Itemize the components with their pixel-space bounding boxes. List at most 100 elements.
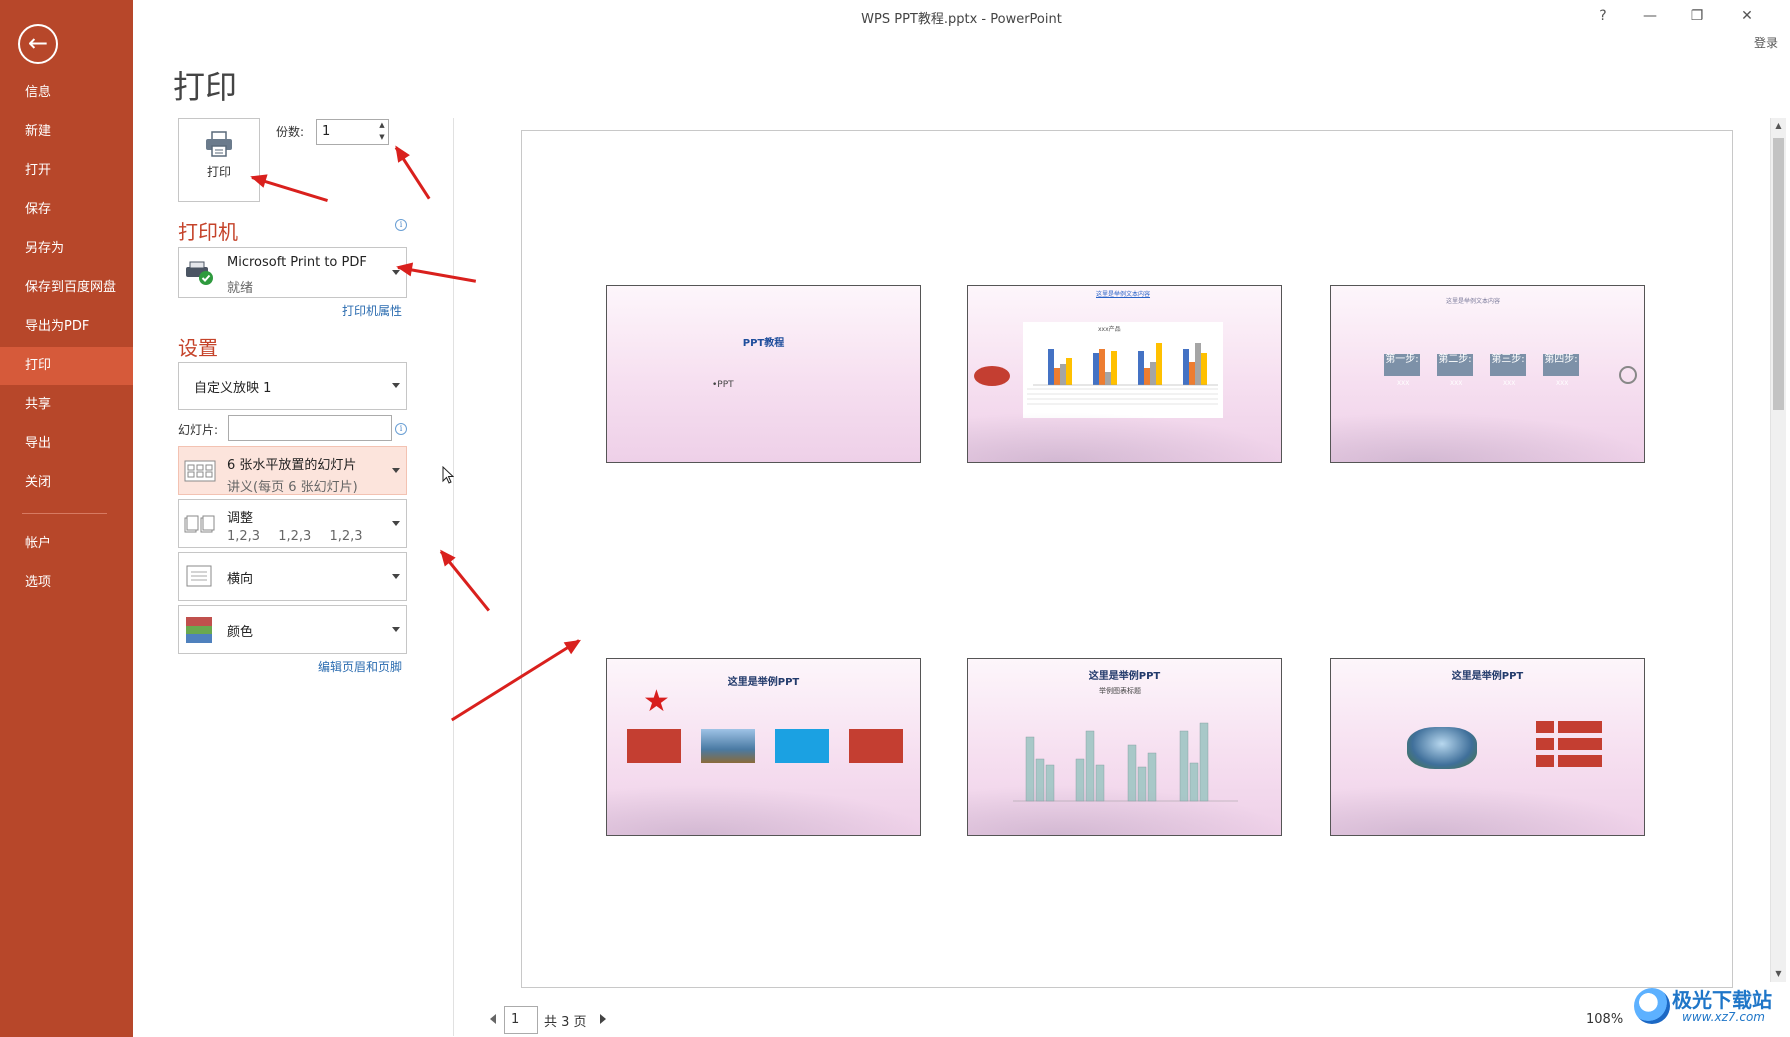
color-swatch-icon xyxy=(184,616,216,644)
layout-title: 6 张水平放置的幻灯片 xyxy=(227,458,357,473)
slide-title: PPT教程 xyxy=(742,338,785,349)
slides-label: 幻灯片: xyxy=(178,423,219,437)
prev-page-icon[interactable] xyxy=(490,1014,496,1024)
ppt-tile xyxy=(627,729,681,763)
slide-decoration xyxy=(1331,785,1644,835)
watermark-logo-icon xyxy=(1634,988,1670,1024)
printer-status: 就绪 xyxy=(227,281,254,296)
color-value: 颜色 xyxy=(227,624,254,640)
nav-item-open[interactable]: 打开 xyxy=(0,152,133,190)
orientation-value: 横向 xyxy=(227,571,254,587)
step-box: 第三步: xyxy=(1490,354,1526,376)
spin-up-icon[interactable]: ▲ xyxy=(375,119,389,131)
edit-header-footer-link[interactable]: 编辑页眉和页脚 xyxy=(318,658,402,675)
slide-logo xyxy=(974,366,1010,386)
icon-grid xyxy=(1536,721,1602,767)
star-icon: ★ xyxy=(643,684,670,719)
slide-decoration xyxy=(968,412,1281,462)
nav-item-save-as[interactable]: 另存为 xyxy=(0,230,133,268)
nav-item-account[interactable]: 帐户 xyxy=(0,525,133,563)
chevron-down-icon xyxy=(392,383,400,388)
six-slides-layout-icon xyxy=(184,457,216,485)
page-number-input[interactable]: 1 xyxy=(504,1006,538,1034)
help-button[interactable]: ? xyxy=(1588,4,1618,28)
zoom-level[interactable]: 108% xyxy=(1586,1012,1623,1027)
scroll-up-icon[interactable]: ▲ xyxy=(1771,118,1786,134)
spin-down-icon[interactable]: ▼ xyxy=(375,131,389,143)
slide-thumbnail-5: 这里是举例PPT 举例图表标题 xyxy=(967,658,1282,836)
printer-properties-link[interactable]: 打印机属性 xyxy=(342,302,402,319)
nav-item-info[interactable]: 信息 xyxy=(0,74,133,112)
nav-item-export-pdf[interactable]: 导出为PDF xyxy=(0,308,133,346)
watermark: 极光下载站 www.xz7.com xyxy=(1630,980,1788,1034)
nav-item-share[interactable]: 共享 xyxy=(0,386,133,424)
nav-item-save[interactable]: 保存 xyxy=(0,191,133,229)
chevron-down-icon xyxy=(392,626,400,632)
slides-input[interactable] xyxy=(228,415,392,441)
nav-item-export[interactable]: 导出 xyxy=(0,425,133,463)
login-link[interactable]: 登录 xyxy=(1754,34,1778,51)
slide-title: 这里是举例文本内容 xyxy=(1096,291,1151,298)
printer-name: Microsoft Print to PDF xyxy=(227,255,367,270)
annotation-arrow xyxy=(394,146,431,200)
slide-range-value: 自定义放映 1 xyxy=(194,381,272,396)
nav-item-close[interactable]: 关闭 xyxy=(0,464,133,502)
settings-section-title: 设置 xyxy=(178,336,218,360)
color-dropdown[interactable]: 颜色 xyxy=(178,605,407,654)
slide-thumbnail-2: 这里是举例文本内容 xxx产品 xyxy=(967,285,1282,463)
chevron-down-icon xyxy=(392,573,400,579)
back-arrow-icon[interactable]: ← xyxy=(18,24,58,64)
minimize-button[interactable]: — xyxy=(1635,4,1665,28)
print-button[interactable]: 打印 xyxy=(178,118,260,202)
slide-title: 这里是举例文本内容 xyxy=(1446,298,1501,305)
page-title: 打印 xyxy=(173,68,238,106)
slides-info-icon[interactable]: i xyxy=(395,423,407,435)
powerpoint-print-backstage: ← 信息 新建 打开 保存 另存为 保存到百度网盘 导出为PDF 打印 共享 导… xyxy=(0,0,1790,1037)
next-page-icon[interactable] xyxy=(600,1014,606,1024)
printer-icon xyxy=(204,131,234,157)
nav-item-save-baidu[interactable]: 保存到百度网盘 xyxy=(0,269,133,307)
print-button-label: 打印 xyxy=(206,165,231,179)
watermark-text: 极光下载站 xyxy=(1672,988,1772,1012)
slide-chart: xxx产品 xyxy=(1023,322,1223,418)
chevron-down-icon xyxy=(392,520,400,526)
slide-decoration xyxy=(607,785,920,835)
step-box: 第一步: xyxy=(1384,354,1420,376)
ppt-tile xyxy=(849,729,903,763)
print-preview-page: PPT教程 •PPT 这里是举例文本内容 xxx产品 这里是举例文本内容 第一步… xyxy=(521,130,1733,988)
printer-info-icon[interactable]: i xyxy=(395,219,407,231)
panel-divider xyxy=(453,118,454,1036)
printer-section-title: 打印机 xyxy=(178,220,238,244)
step-sub: XXX xyxy=(1556,380,1569,387)
cloud-image xyxy=(1407,727,1477,769)
title-bar: WPS PPT教程.pptx - PowerPoint ? — ❐ ✕ 登录 xyxy=(133,0,1790,50)
copies-label: 份数: xyxy=(276,125,305,139)
scroll-thumb[interactable] xyxy=(1773,138,1784,410)
step-sub: XXX xyxy=(1397,380,1410,387)
mouse-cursor-icon xyxy=(442,465,455,484)
slide-decoration xyxy=(1331,412,1644,462)
slide-range-dropdown[interactable]: 自定义放映 1 xyxy=(178,362,407,410)
collate-title: 调整 xyxy=(227,511,254,526)
chevron-down-icon xyxy=(392,467,400,473)
orientation-dropdown[interactable]: 横向 xyxy=(178,552,407,601)
close-button[interactable]: ✕ xyxy=(1732,4,1762,28)
collate-dropdown[interactable]: 调整 1,2,3 1,2,3 1,2,3 xyxy=(178,499,407,548)
nav-item-options[interactable]: 选项 xyxy=(0,564,133,602)
nav-item-new[interactable]: 新建 xyxy=(0,113,133,151)
blue-tile xyxy=(775,729,829,763)
layout-dropdown[interactable]: 6 张水平放置的幻灯片 讲义(每页 6 张幻灯片) xyxy=(178,446,407,495)
circle-decoration xyxy=(1619,366,1637,384)
printer-dropdown[interactable]: Microsoft Print to PDF 就绪 xyxy=(178,247,407,298)
landscape-icon xyxy=(184,563,216,591)
landscape-tile xyxy=(701,729,755,763)
preview-scrollbar[interactable]: ▲ ▼ xyxy=(1770,118,1786,982)
nav-separator xyxy=(22,513,107,514)
nav-item-print[interactable]: 打印 xyxy=(0,347,133,385)
layout-subtitle: 讲义(每页 6 张幻灯片) xyxy=(227,480,358,495)
copies-stepper[interactable]: ▲ ▼ xyxy=(375,119,389,145)
slide-thumbnail-1: PPT教程 •PPT xyxy=(606,285,921,463)
step-sub: XXX xyxy=(1450,380,1463,387)
restore-button[interactable]: ❐ xyxy=(1682,4,1712,28)
annotation-arrow xyxy=(439,550,490,612)
